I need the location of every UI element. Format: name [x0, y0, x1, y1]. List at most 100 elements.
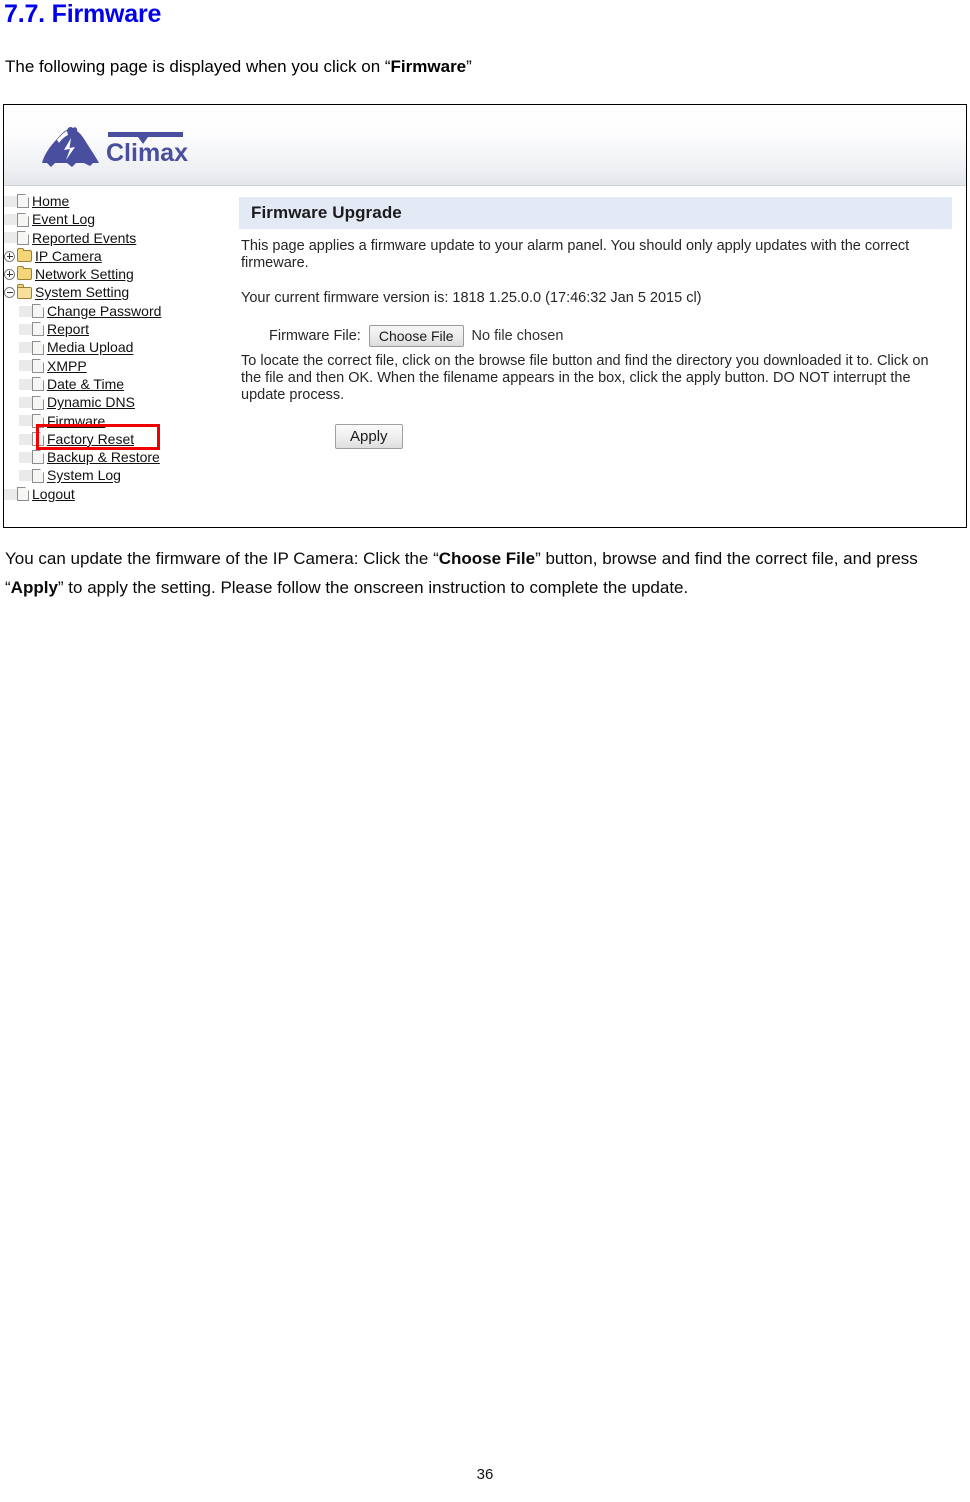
sidebar-item-backup-restore[interactable]: Backup & Restore [4, 447, 226, 465]
page-icon [17, 230, 29, 245]
sidebar-item-home[interactable]: Home [4, 191, 226, 209]
sidebar-item-label: XMPP [47, 357, 87, 374]
sidebar-item-label: Home [32, 193, 70, 210]
sidebar-item-label: System Setting [35, 284, 130, 301]
page-icon [32, 395, 44, 410]
tree-connector-line [19, 397, 32, 409]
tree-connector-line [19, 378, 32, 390]
sidebar-item-media-upload[interactable]: Media Upload [4, 337, 226, 356]
tree-connector-line [19, 470, 32, 482]
tree-connector-line [4, 195, 17, 207]
sidebar-item-label: Report [47, 321, 90, 338]
page-icon [17, 212, 29, 227]
intro-paragraph: The following page is displayed when you… [5, 57, 472, 77]
sidebar-item-label: IP Camera [35, 248, 102, 265]
sidebar-item-xmpp[interactable]: XMPP [4, 356, 226, 374]
intro-text-suffix: ” [466, 57, 472, 76]
page-title: 7.7. Firmware [4, 0, 162, 28]
choose-file-button[interactable]: Choose File [368, 325, 464, 347]
embedded-screenshot: Climax Home Event Log Reported Events IP Ca… [3, 104, 967, 528]
sidebar-item-system-log[interactable]: System Log [4, 465, 226, 484]
collapse-minus-icon[interactable] [4, 287, 15, 299]
body-bold-apply: Apply [10, 578, 58, 597]
tree-connector-line [19, 433, 32, 445]
sidebar-item-system-setting[interactable]: System Setting [4, 282, 226, 301]
page-number: 36 [476, 1466, 494, 1483]
sidebar-item-factory-reset[interactable]: Factory Reset [4, 429, 226, 447]
no-file-chosen-text: No file chosen [471, 328, 564, 344]
sidebar-item-logout[interactable]: Logout [4, 484, 226, 502]
sidebar-item-label: Change Password [47, 302, 162, 319]
apply-button[interactable]: Apply [335, 424, 403, 449]
sidebar-item-label: Media Upload [47, 339, 134, 356]
apply-row: Apply [335, 424, 952, 449]
firmware-file-label: Firmware File: [269, 328, 361, 344]
sidebar-item-label: Date & Time [47, 376, 125, 393]
page-icon [32, 377, 44, 392]
page-icon [17, 487, 29, 502]
tree-connector-line [19, 305, 32, 317]
tree-connector-line [19, 323, 32, 335]
tree-connector-line [4, 232, 17, 244]
body-part-1: You can update the firmware of the IP Ca… [5, 549, 439, 568]
page-icon [32, 432, 44, 447]
current-firmware-version: Your current firmware version is: 1818 1… [241, 290, 702, 306]
body-bold-choose-file: Choose File [438, 549, 536, 568]
expand-plus-icon[interactable] [4, 250, 15, 262]
app-banner: Climax [4, 105, 966, 186]
sidebar-item-change-password[interactable]: Change Password [4, 301, 226, 319]
body-part-3: ” to apply the setting. Please follow th… [57, 578, 689, 597]
page-icon [32, 358, 44, 373]
tree-connector-line [19, 451, 32, 463]
body-paragraph: You can update the firmware of the IP Ca… [5, 544, 959, 602]
intro-text-prefix: The following page is displayed when you… [5, 57, 391, 76]
sidebar-item-label: Logout [32, 485, 75, 502]
tree-connector-line [19, 415, 32, 427]
page-icon [17, 194, 29, 209]
intro-text-bold: Firmware [390, 57, 467, 76]
sidebar-item-label: Factory Reset [47, 431, 135, 447]
page-icon [32, 450, 44, 465]
sidebar-item-report[interactable]: Report [4, 319, 226, 337]
tree-connector-line [4, 214, 17, 226]
sidebar-item-date-time[interactable]: Date & Time [4, 374, 226, 392]
panel-title: Firmware Upgrade [239, 197, 952, 229]
expand-plus-icon[interactable] [4, 268, 15, 280]
sidebar-item-label: Dynamic DNS [47, 394, 135, 411]
sidebar-item-reported-events[interactable]: Reported Events [4, 228, 226, 246]
sidebar-item-event-log[interactable]: Event Log [4, 209, 226, 227]
sidebar-item-network-setting[interactable]: Network Setting [4, 264, 226, 282]
tree-connector-line [4, 488, 17, 500]
page-icon [32, 413, 44, 428]
sidebar-item-ip-camera[interactable]: IP Camera [4, 246, 226, 264]
sidebar-item-label: Network Setting [35, 266, 134, 283]
folder-open-icon [17, 284, 32, 299]
page-icon [32, 304, 44, 319]
panel-description: This page applies a firmware update to y… [241, 238, 910, 271]
page-icon [32, 468, 44, 483]
svg-text:Climax: Climax [106, 139, 188, 167]
sidebar-item-label: Reported Events [32, 229, 137, 246]
firmware-file-row: Firmware File: Choose File No file chose… [269, 325, 952, 347]
page-icon [32, 322, 44, 337]
tree-connector-line [19, 360, 32, 372]
folder-icon [17, 265, 32, 281]
upgrade-instructions: To locate the correct file, click on the… [241, 353, 929, 403]
navigation-tree[interactable]: Home Event Log Reported Events IP Camera Net… [4, 187, 226, 527]
sidebar-item-dynamic-dns[interactable]: Dynamic DNS [4, 392, 226, 410]
tree-connector-line [19, 342, 32, 354]
sidebar-item-firmware[interactable]: Firmware [4, 411, 226, 429]
sidebar-item-label: Backup & Restore [47, 449, 160, 466]
content-pane: Firmware Upgrade This page applies a fir… [227, 187, 966, 527]
sidebar-item-label: System Log [47, 467, 121, 484]
